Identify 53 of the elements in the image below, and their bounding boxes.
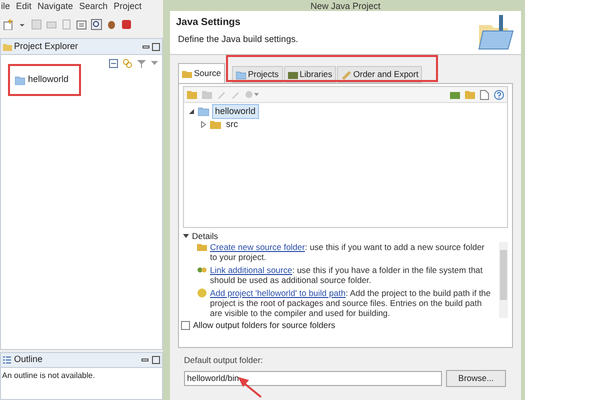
details-link[interactable]: Create new source folder — [210, 242, 305, 252]
page-title: Java Settings — [176, 16, 242, 30]
pencil-icon — [341, 70, 352, 80]
menu-item[interactable]: Project — [114, 0, 142, 14]
tree-item[interactable]: helloworld — [212, 104, 259, 120]
collapse-arrow-icon[interactable] — [183, 233, 189, 239]
browse-button[interactable]: Browse... — [446, 370, 506, 387]
folder-icon — [197, 242, 207, 252]
help-icon[interactable] — [494, 90, 504, 100]
maximize-icon[interactable] — [152, 42, 160, 50]
document-icon[interactable] — [480, 90, 489, 100]
maximize-icon[interactable] — [152, 356, 160, 364]
filter-icon[interactable] — [137, 58, 146, 68]
page-description: Define the Java build settings. — [178, 33, 300, 46]
description-text: Add project 'helloworld' to build path: Add the project to the build path if the project is the root of packages and source files. Entries on the build path are visible to the compiler and used for building. — [210, 288, 492, 318]
folder-icon[interactable] — [465, 90, 475, 99]
link-icon — [197, 265, 207, 275]
folder-icon — [477, 15, 515, 51]
menu-item[interactable]: Search — [79, 0, 108, 14]
project-folder-icon — [236, 70, 246, 80]
minimize-icon[interactable] — [141, 356, 149, 364]
menu-item[interactable]: Edit — [16, 0, 32, 14]
window-title: New Java Project — [310, 1, 381, 11]
expand-arrow-icon[interactable] — [200, 121, 207, 128]
scrollbar[interactable] — [499, 242, 508, 318]
tree-item[interactable]: src — [224, 118, 240, 132]
project-folder-icon — [15, 76, 25, 84]
link-icon[interactable] — [123, 58, 132, 68]
new-icon[interactable] — [3, 18, 14, 30]
tab[interactable]: Source — [178, 63, 225, 83]
details-link[interactable]: Link additional source — [210, 265, 292, 275]
section-title[interactable]: Details — [192, 230, 218, 242]
description-text: Link additional source: use this if you have a folder in the file system that should be used as additional source folder. — [210, 265, 484, 285]
collapse-arrow-icon[interactable] — [188, 108, 195, 115]
tree-item[interactable]: helloworld — [28, 73, 69, 87]
details-link[interactable]: Add project 'helloworld' to build path — [210, 288, 346, 298]
description-text: Create new source folder: use this if you want to add a new source folder to your project. — [210, 242, 486, 262]
outline-message: An outline is not available. — [1, 370, 96, 382]
dropdown-icon[interactable] — [151, 60, 158, 66]
view-tab[interactable]: Outline — [14, 353, 43, 367]
checkbox[interactable] — [181, 320, 190, 330]
project-folder-icon — [198, 107, 209, 116]
folder-icon — [182, 68, 192, 78]
minimize-icon[interactable] — [142, 42, 150, 50]
annotation-arrow — [237, 376, 263, 398]
outline-icon — [3, 356, 11, 364]
folder-icon — [3, 42, 12, 50]
field-label: Default output folder: — [184, 354, 264, 367]
collapse-icon[interactable] — [109, 58, 118, 68]
output-folder-field[interactable]: helloworld/bin — [184, 370, 442, 386]
menu-item[interactable]: Navigate — [38, 0, 74, 14]
checkbox-label: Allow output folders for source folders — [193, 319, 336, 332]
menu-item[interactable]: ile — [1, 0, 10, 14]
